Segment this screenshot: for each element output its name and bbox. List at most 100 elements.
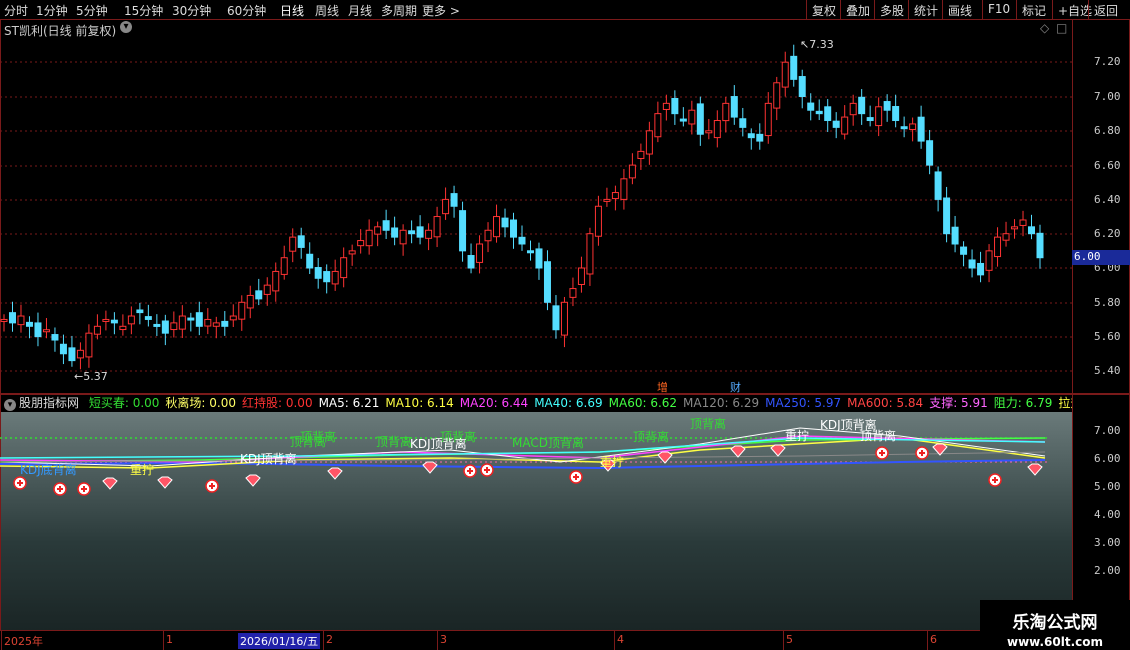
candle-body <box>713 120 721 139</box>
indicator-annotation: 顶背离 <box>376 434 412 449</box>
indicator-tick-label: 6.00 <box>1094 452 1121 465</box>
indicator-value-13: 拉升线: - <box>1058 396 1072 410</box>
candle-body <box>34 322 42 338</box>
candle-body <box>637 150 645 159</box>
candle-body <box>153 323 161 327</box>
candle-body <box>340 257 348 279</box>
candle-body <box>76 349 84 359</box>
date-tick <box>1 631 2 650</box>
indicator-value-1: 秋离场: 0.00 <box>165 396 236 410</box>
candle-body <box>866 117 874 122</box>
candle-body <box>815 110 823 115</box>
candle-body <box>1019 219 1027 226</box>
candle-body <box>628 164 636 179</box>
candle-body <box>654 113 662 138</box>
candle-body <box>467 255 475 269</box>
candle-body <box>934 171 942 200</box>
candle-body <box>730 96 738 118</box>
candle-body <box>212 322 220 327</box>
candle-body <box>1002 233 1010 241</box>
candle-body <box>543 261 551 303</box>
indicator-annotation: KDJ底背离 <box>20 462 77 477</box>
candle-body <box>977 262 985 276</box>
candle-body <box>229 315 237 321</box>
candle-body <box>875 106 883 127</box>
low-price-marker: ←5.37 <box>74 370 108 383</box>
candle-body <box>917 116 925 142</box>
candle-body <box>518 236 526 245</box>
diamond-signal-icon <box>770 444 786 457</box>
candle-body <box>246 294 254 309</box>
candle-body <box>535 248 543 269</box>
candle-body <box>170 322 178 331</box>
indicator-annotation: 顶背离 <box>690 416 726 431</box>
candle-body <box>51 334 59 341</box>
price-tick-label: 5.40 <box>1094 364 1121 377</box>
cai-marker[interactable]: 财 <box>730 379 741 395</box>
indicator-annotation: 顶背离 <box>300 429 336 444</box>
date-tick <box>437 631 438 650</box>
date-tick-label: 2026/01/16/五 <box>238 633 321 649</box>
date-tick <box>927 631 928 650</box>
candle-body <box>306 253 314 269</box>
candle-body <box>136 309 144 314</box>
candle-body <box>662 102 670 110</box>
indicator-value-10: MA600: 5.84 <box>847 396 924 410</box>
candle-body <box>560 301 568 336</box>
candle-body <box>144 316 152 320</box>
candle-body <box>442 198 450 215</box>
candle-body <box>985 250 993 271</box>
candle-body <box>858 96 866 115</box>
candle-body <box>425 229 433 239</box>
candle-body <box>119 325 127 331</box>
candle-body <box>93 325 101 335</box>
indicator-annotation: KDJ顶背离 <box>410 436 467 451</box>
date-tick <box>783 631 784 650</box>
date-tick-label: 2 <box>326 633 333 646</box>
indicator-name[interactable]: 股朋指标网 <box>19 396 79 410</box>
candle-body <box>620 178 628 200</box>
date-tick-label: 6 <box>930 633 937 646</box>
chevron-down-icon[interactable]: ▾ <box>4 399 16 411</box>
candle-body <box>127 315 135 325</box>
candle-body <box>892 106 900 122</box>
candle-body <box>510 219 518 238</box>
indicator-tick-label: 4.00 <box>1094 508 1121 521</box>
candle-body <box>824 106 832 122</box>
indicator-annotation: 重拧 <box>785 429 809 443</box>
candle-body <box>178 315 186 330</box>
candle-body <box>0 318 8 322</box>
candle-body <box>493 216 501 238</box>
indicator-value-2: 红持股: 0.00 <box>242 396 313 410</box>
diamond-signal-icon <box>102 477 118 490</box>
candle-body <box>841 116 849 135</box>
candle-body <box>433 216 441 238</box>
candle-body <box>577 267 585 285</box>
candle-body <box>161 320 169 334</box>
candle-body <box>679 118 687 122</box>
diamond-signal-icon <box>157 476 173 489</box>
price-chart[interactable]: 顶背离顶背离 顶背离 顶背离 顶背离MACD顶背离顶背离 顶背离KDJ顶背离KDJ顶背离… <box>0 0 1130 650</box>
diamond-signal-icon <box>657 451 673 464</box>
candle-body <box>382 220 390 231</box>
indicator-tick-label: 3.00 <box>1094 536 1121 549</box>
candle-body <box>280 257 288 275</box>
indicator-annotation: 重拧 <box>130 463 154 477</box>
watermark-url: www.60lt.com <box>1006 635 1104 649</box>
candle-body <box>883 101 891 111</box>
candle-body <box>255 290 263 300</box>
candle-body <box>645 130 653 155</box>
candle-body <box>1028 226 1036 235</box>
candle-body <box>696 103 704 135</box>
candle-body <box>263 284 271 295</box>
diamond-signal-icon <box>327 467 343 480</box>
price-tick-label: 7.00 <box>1094 90 1121 103</box>
indicator-annotation: KDJ顶背离 <box>820 417 877 432</box>
current-price-badge: 6.00 <box>1072 250 1130 265</box>
date-axis: 2025年 1 2026/01/16/五 2 3 4 5 6 <box>0 630 980 650</box>
indicator-annotation: 顶背离 <box>633 429 669 444</box>
indicator-value-11: 支撑: 5.91 <box>929 396 988 410</box>
candle-body <box>722 102 730 122</box>
zeng-marker[interactable]: 增 <box>657 379 668 395</box>
candle-body <box>807 102 815 111</box>
